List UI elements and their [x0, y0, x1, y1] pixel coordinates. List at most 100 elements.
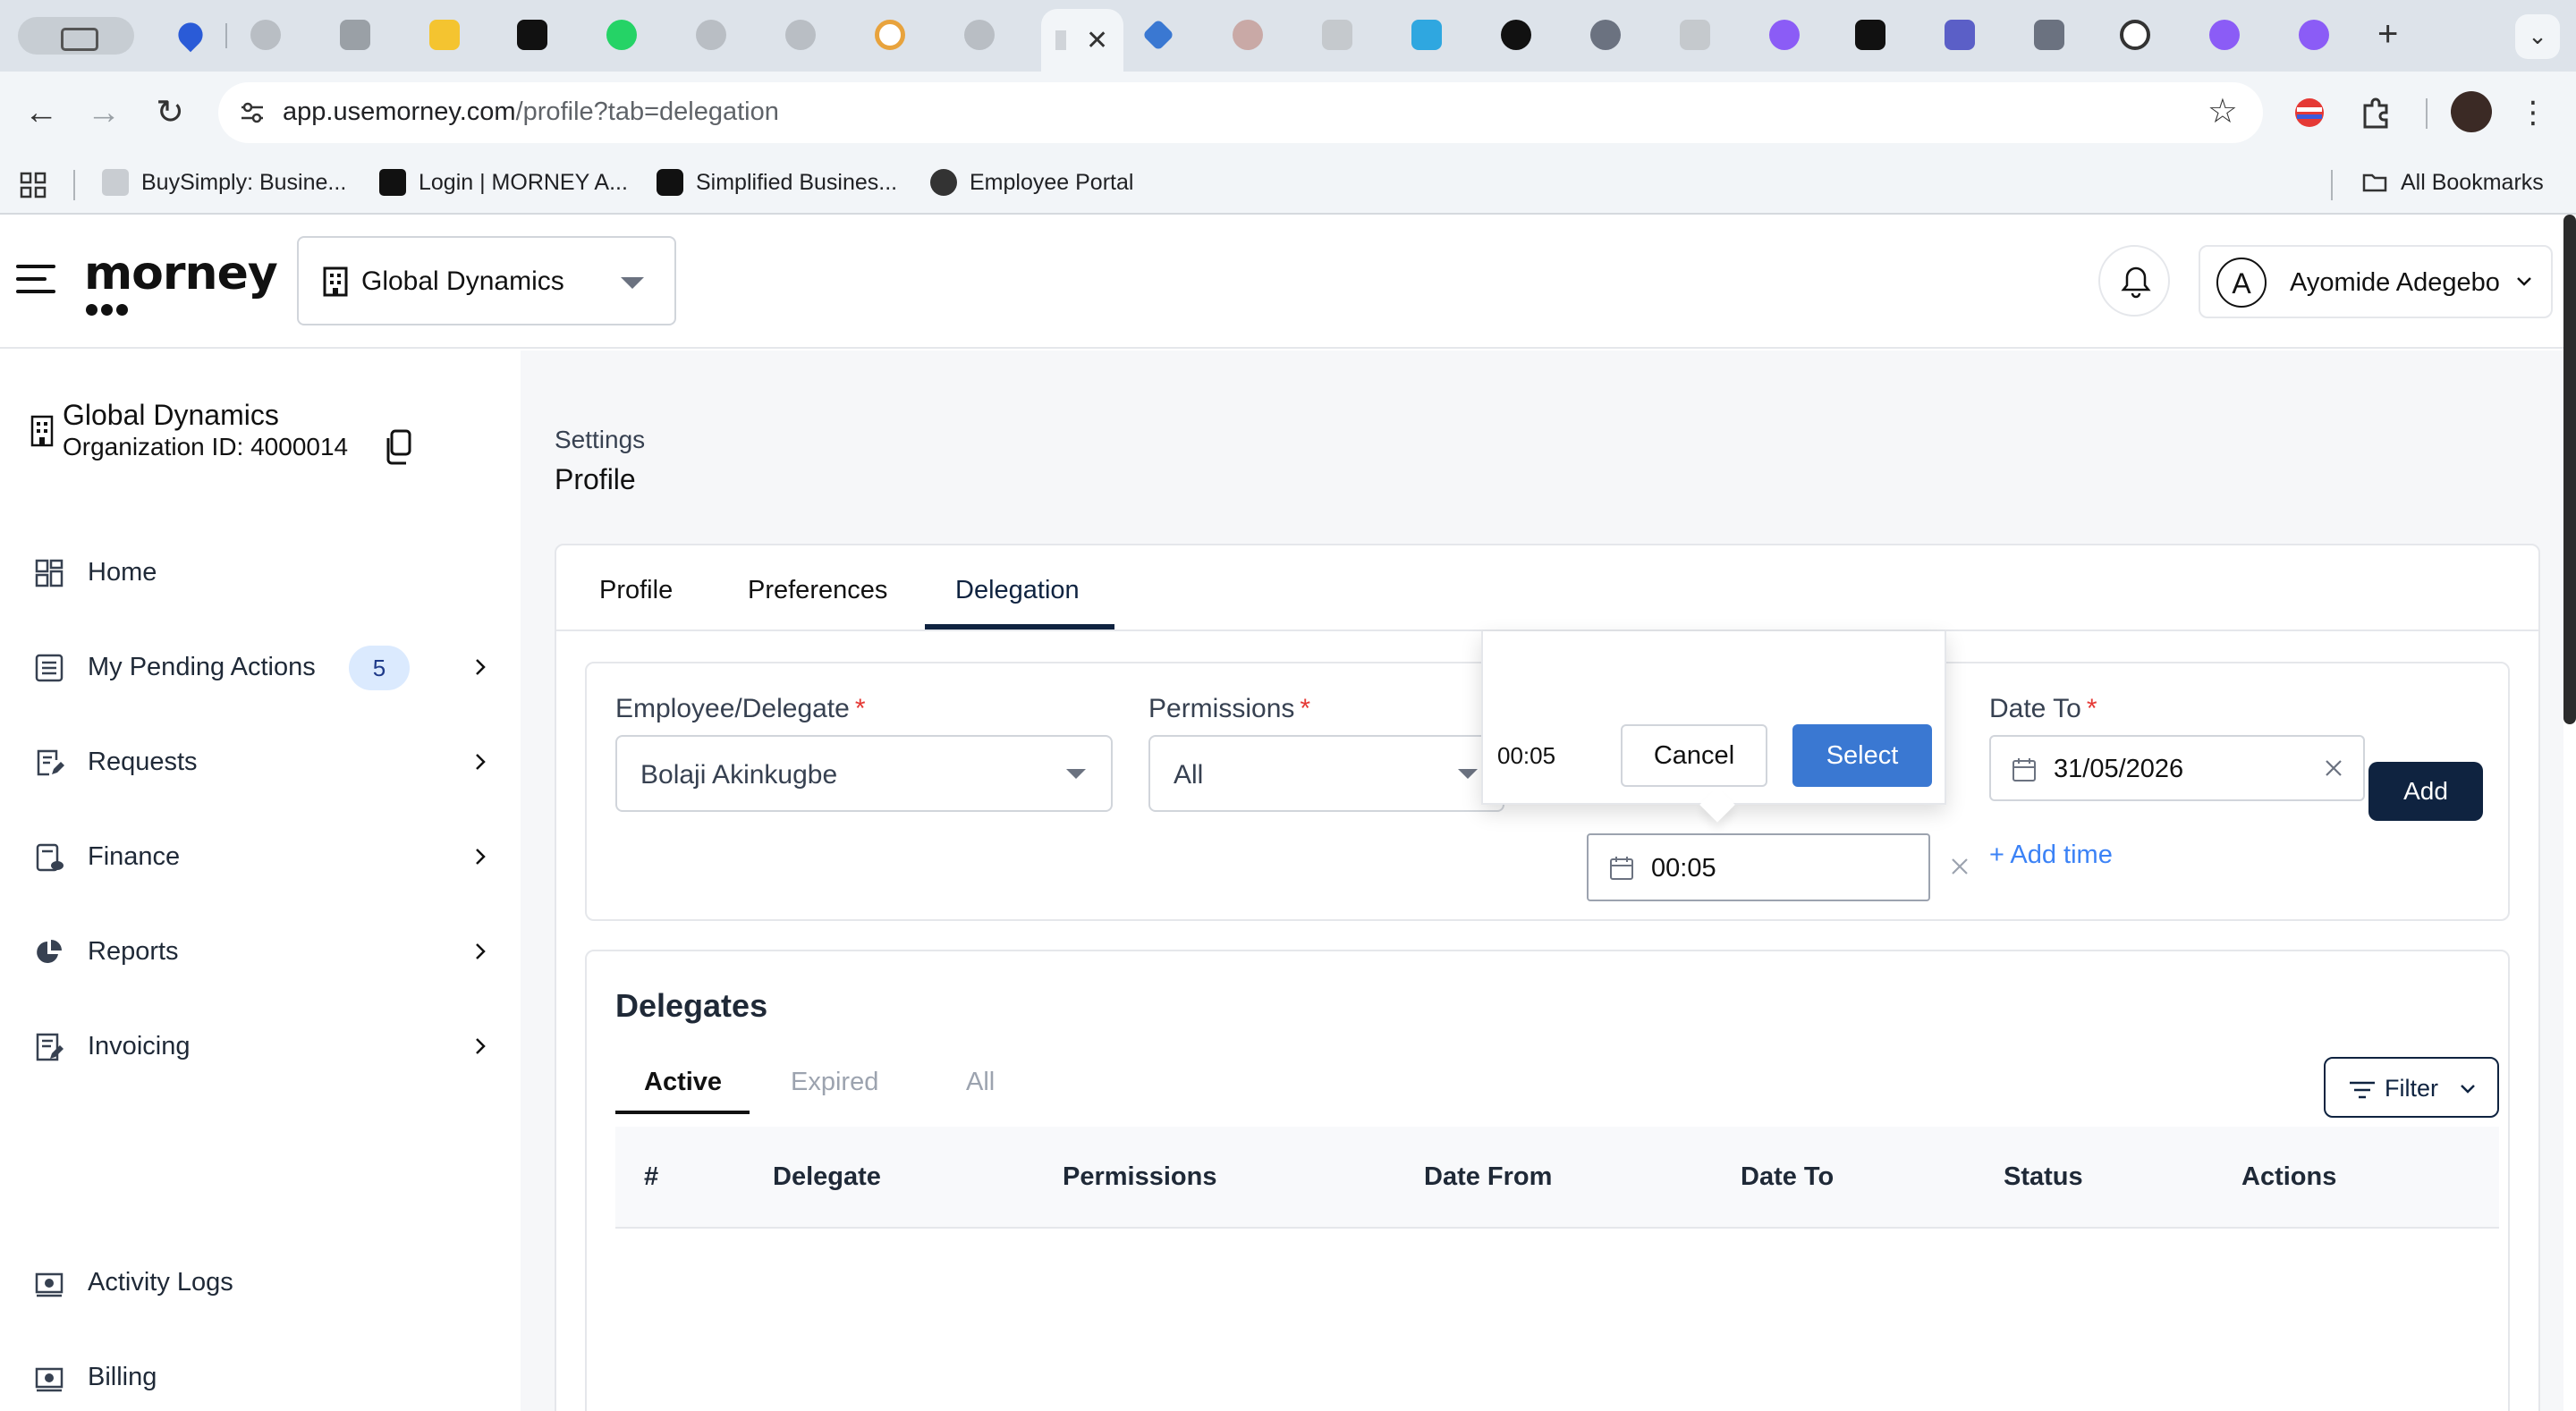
forward-arrow-icon[interactable]: → — [79, 88, 129, 138]
permissions-select[interactable]: All — [1148, 735, 1504, 812]
tab-profile[interactable]: Profile — [599, 545, 673, 631]
bookmark-divider — [2331, 170, 2333, 200]
sidebar-item-billing[interactable]: Billing — [34, 1350, 490, 1404]
tab-favicon-icon[interactable] — [2209, 20, 2240, 50]
sidebar-item-reports[interactable]: Reports — [34, 925, 490, 978]
sidebar-item-requests[interactable]: Requests — [34, 735, 490, 789]
sidebar-item-invoicing[interactable]: Invoicing — [34, 1019, 490, 1073]
sidebar-org-id: Organization ID: 4000014 — [63, 433, 349, 460]
edit-document-icon — [37, 749, 64, 776]
tab-favicon-icon[interactable] — [250, 20, 281, 50]
chevron-down-icon — [2517, 277, 2531, 286]
tab-favicon-icon[interactable] — [429, 20, 460, 50]
apps-grid-icon[interactable] — [20, 172, 47, 199]
tab-favicon-icon[interactable] — [785, 20, 816, 50]
sidebar-item-home[interactable]: Home — [34, 545, 490, 599]
finance-icon — [36, 843, 64, 872]
tab-favicon-icon[interactable] — [1322, 20, 1352, 50]
add-time-link[interactable]: + Add time — [1989, 841, 2113, 870]
cancel-button[interactable]: Cancel — [1621, 724, 1767, 787]
tab-favicon-icon[interactable] — [1501, 20, 1531, 50]
subtab-expired[interactable]: Expired — [791, 1068, 878, 1097]
user-menu[interactable]: A Ayomide Adegebo — [2199, 245, 2553, 318]
subtab-all[interactable]: All — [966, 1068, 995, 1097]
tab-favicon-icon[interactable] — [1590, 20, 1621, 50]
select-button[interactable]: Select — [1792, 724, 1932, 787]
filter-label: Filter — [2385, 1075, 2438, 1102]
permissions-value: All — [1174, 760, 1204, 790]
tab-favicon-icon[interactable] — [517, 20, 547, 50]
sidebar-item-label: Activity Logs — [88, 1268, 233, 1297]
tab-favicon-icon[interactable] — [875, 20, 905, 50]
copy-icon[interactable] — [383, 429, 413, 465]
tab-favicon-icon[interactable] — [2034, 20, 2064, 50]
sidebar-item-activity-logs[interactable]: Activity Logs — [34, 1255, 490, 1309]
employee-value: Bolaji Akinkugbe — [640, 760, 838, 790]
close-tab-icon[interactable]: ✕ — [1086, 25, 1108, 56]
tab-delegation[interactable]: Delegation — [955, 545, 1080, 631]
globe-icon — [930, 169, 957, 196]
browser-menu-icon[interactable]: ⋮ — [2508, 88, 2558, 138]
tab-list-chevron-icon[interactable]: ⌄ — [2515, 14, 2560, 59]
tab-favicon-icon[interactable] — [2120, 20, 2150, 50]
subtab-active[interactable]: Active — [644, 1068, 722, 1097]
time-input[interactable]: 00:05 — [1587, 833, 1930, 901]
filter-button[interactable]: Filter — [2324, 1057, 2499, 1118]
date-to-input[interactable]: 31/05/2026 — [1989, 735, 2365, 801]
chevron-right-icon — [476, 943, 486, 959]
menu-toggle-icon[interactable] — [16, 265, 55, 295]
tab-favicon-icon[interactable] — [1680, 20, 1710, 50]
new-tab-icon[interactable]: + — [2377, 14, 2398, 55]
clear-icon[interactable] — [2322, 756, 2345, 780]
address-bar[interactable]: app.usemorney.com/profile?tab=delegation… — [218, 82, 2263, 143]
page-scrollbar[interactable] — [2563, 215, 2576, 724]
employee-delegate-select[interactable]: Bolaji Akinkugbe — [615, 735, 1113, 812]
chevron-right-icon — [476, 1038, 486, 1054]
tab-favicon-icon[interactable] — [606, 20, 637, 50]
column-header-date-to: Date To — [1741, 1162, 1835, 1191]
all-bookmarks-button[interactable]: All Bookmarks — [2361, 165, 2544, 200]
tab-favicon-icon[interactable] — [1769, 20, 1800, 50]
tab-favicon-icon[interactable] — [964, 20, 995, 50]
tab-favicon-icon[interactable] — [173, 17, 208, 53]
reload-icon[interactable]: ↻ — [145, 88, 195, 138]
profile-avatar-icon[interactable] — [2451, 91, 2492, 132]
extensions-puzzle-icon[interactable] — [2354, 91, 2397, 134]
tab-favicon-icon[interactable] — [1855, 20, 1885, 50]
organization-selector[interactable]: Global Dynamics — [297, 236, 676, 325]
bookmark-simplified-business[interactable]: Simplified Busines... — [657, 165, 897, 200]
sidebar-item-pending-actions[interactable]: My Pending Actions 5 — [34, 640, 490, 694]
sidebar-item-finance[interactable]: Finance — [34, 830, 490, 883]
add-button[interactable]: Add — [2368, 762, 2483, 821]
bookmark-morney-login[interactable]: Login | MORNEY A... — [379, 165, 628, 200]
tab-search-button[interactable] — [18, 17, 134, 55]
bookmark-buysimply[interactable]: BuySimply: Busine... — [102, 165, 346, 200]
clear-time-icon[interactable] — [1948, 855, 1971, 878]
tab-favicon-icon[interactable] — [340, 20, 370, 50]
tab-favicon-icon[interactable] — [1945, 20, 1975, 50]
breadcrumb: Settings — [555, 426, 646, 453]
tab-favicon-icon[interactable] — [696, 20, 726, 50]
tab-favicon-icon[interactable] — [1141, 18, 1175, 52]
bell-icon — [2121, 266, 2151, 299]
column-header-actions: Actions — [2241, 1162, 2337, 1191]
tab-favicon-icon — [1055, 30, 1066, 50]
bookmark-label: Simplified Busines... — [696, 169, 898, 195]
active-tab[interactable]: ✕ — [1041, 9, 1123, 72]
page-title: Profile — [555, 463, 636, 495]
site-settings-icon[interactable] — [238, 98, 267, 127]
back-arrow-icon[interactable]: ← — [16, 88, 66, 138]
bookmark-star-icon[interactable]: ☆ — [2207, 91, 2238, 131]
notifications-button[interactable] — [2098, 245, 2170, 317]
dashboard-icon — [35, 559, 64, 587]
tab-preferences[interactable]: Preferences — [748, 545, 887, 631]
tab-favicon-icon[interactable] — [2299, 20, 2329, 50]
browser-tab-strip: ✕ + ⌄ — [0, 0, 2576, 72]
column-header-date-from: Date From — [1424, 1162, 1553, 1191]
extension-flag-icon[interactable] — [2288, 91, 2331, 134]
morney-logo: morney — [84, 247, 278, 300]
tab-favicon-icon[interactable] — [1233, 20, 1263, 50]
tab-favicon-icon[interactable] — [1411, 20, 1442, 50]
column-header-delegate: Delegate — [773, 1162, 881, 1191]
bookmark-employee-portal[interactable]: Employee Portal — [930, 165, 1133, 200]
